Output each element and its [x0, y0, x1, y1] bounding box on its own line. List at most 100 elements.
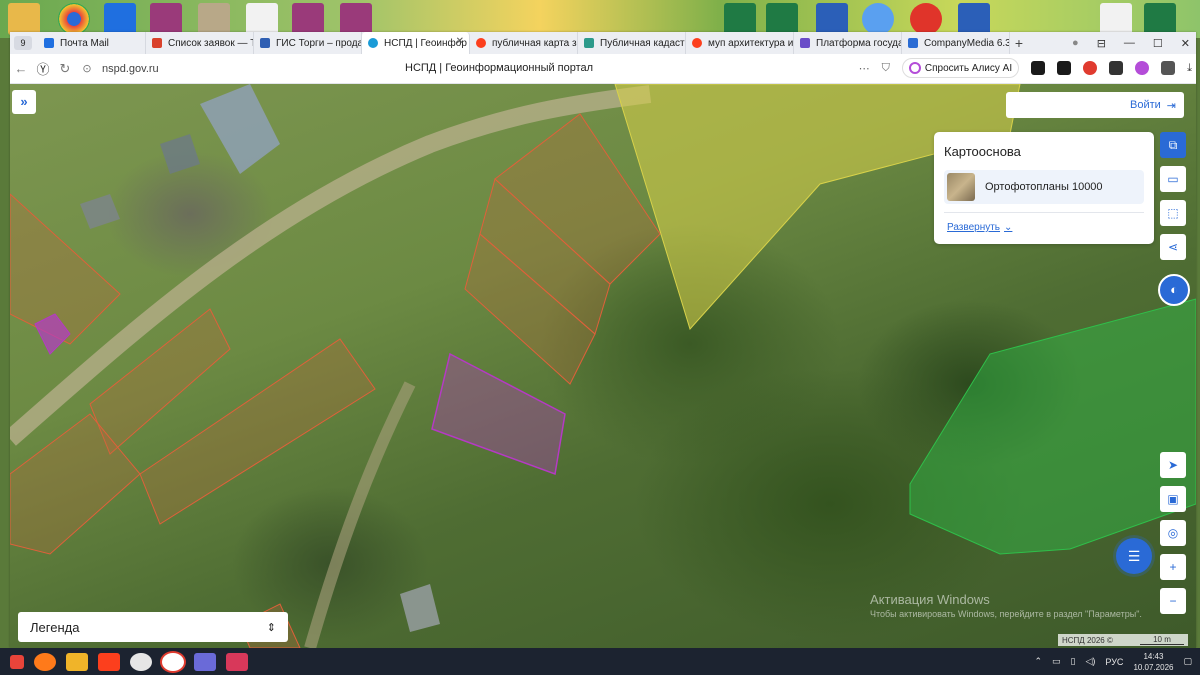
- yandex-icon[interactable]: [98, 652, 120, 671]
- reload-icon[interactable]: ↻: [54, 61, 76, 77]
- bookmark-collection-icon[interactable]: ⊟: [1097, 37, 1106, 50]
- extension-red-icon[interactable]: [1083, 61, 1098, 75]
- ruler-button[interactable]: ▭: [1160, 166, 1186, 192]
- tab-companymedia[interactable]: CompanyMedia 6.3.1: [902, 32, 1010, 54]
- extension-dark-icon[interactable]: [1109, 61, 1124, 75]
- chat-button[interactable]: ☰: [1116, 538, 1152, 574]
- place-pin-button[interactable]: ◎: [1160, 520, 1186, 546]
- profile-icon[interactable]: ●: [1072, 37, 1079, 49]
- basemap-title: Картооснова: [944, 144, 1021, 159]
- login-button[interactable]: Войти ⇥: [1006, 92, 1184, 118]
- tab-gis-torgi[interactable]: ГИС Торги – продаж: [254, 32, 362, 54]
- language-indicator[interactable]: РУС: [1105, 657, 1123, 667]
- start-icon[interactable]: [10, 654, 24, 669]
- expand-panel-button[interactable]: »: [12, 90, 36, 114]
- maximize-icon[interactable]: ☐: [1153, 37, 1163, 50]
- geolocation-button[interactable]: ➤: [1160, 452, 1186, 478]
- tab-count-badge[interactable]: 9: [14, 36, 32, 50]
- archive-icon[interactable]: [340, 3, 372, 35]
- extension-purple-icon[interactable]: [1135, 61, 1150, 75]
- parcel-selected[interactable]: [431, 352, 566, 476]
- expand-link[interactable]: Развернуть ⌄: [947, 222, 1012, 233]
- area-select-button[interactable]: ⬚: [1160, 200, 1186, 226]
- clock[interactable]: 14:43 10.07.2026: [1133, 651, 1173, 673]
- download-icon[interactable]: ⤓: [1187, 62, 1192, 75]
- archive-icon[interactable]: [292, 3, 324, 35]
- volume-icon[interactable]: ◁): [1085, 656, 1095, 667]
- pin-icon: ◎: [1167, 526, 1179, 540]
- assistant-button[interactable]: ◐: [1158, 274, 1190, 306]
- layers-button[interactable]: ⧉: [1160, 132, 1186, 158]
- tab-architecture[interactable]: муп архитектура ис: [686, 32, 794, 54]
- extension-k-icon[interactable]: [1031, 61, 1046, 75]
- word-icon[interactable]: [816, 3, 848, 35]
- extensions-puzzle-icon[interactable]: [1161, 61, 1176, 75]
- tray-chevron-icon[interactable]: ⌃: [1034, 656, 1042, 667]
- yandex-browser-icon[interactable]: [162, 652, 184, 671]
- document-icon[interactable]: [246, 3, 278, 35]
- zoom-in-button[interactable]: +: [1160, 554, 1186, 580]
- orthophoto-thumbnail: [947, 173, 975, 201]
- zoom-out-button[interactable]: −: [1160, 588, 1186, 614]
- tab-mail[interactable]: Почта Mail: [38, 32, 146, 54]
- expand-collapse-icon: ⇕: [266, 621, 276, 634]
- calendar-icon[interactable]: [226, 652, 248, 671]
- archive-icon[interactable]: [198, 3, 230, 35]
- minus-icon: −: [1169, 594, 1177, 608]
- chrome-icon[interactable]: [58, 3, 90, 35]
- assistant-icon: ◐: [1170, 282, 1178, 297]
- building-roof: [80, 194, 120, 229]
- window-icon[interactable]: [1100, 3, 1132, 35]
- url-field[interactable]: nspd.gov.ru: [102, 63, 159, 75]
- login-label: Войти: [1129, 99, 1161, 111]
- tab-gov-platform[interactable]: Платформа государ: [794, 32, 902, 54]
- watermark-title: Активация Windows: [870, 592, 990, 607]
- network-icon[interactable]: ▭: [1052, 656, 1061, 667]
- folder-icon[interactable]: [8, 3, 40, 35]
- extension-k2-icon[interactable]: [1057, 61, 1072, 75]
- yandex-browser-icon[interactable]: Ⓨ: [32, 59, 54, 78]
- page-title: НСПД | Геоинформационный портал: [405, 62, 594, 74]
- word-icon[interactable]: [958, 3, 990, 35]
- excel-icon[interactable]: [766, 3, 798, 35]
- c-app-icon[interactable]: [130, 652, 152, 671]
- bulb-icon[interactable]: [862, 3, 894, 35]
- mail-app-icon[interactable]: [104, 3, 136, 35]
- zone-green[interactable]: [909, 298, 1196, 555]
- new-tab-button[interactable]: +: [1010, 35, 1028, 51]
- print-button[interactable]: ▣: [1160, 486, 1186, 512]
- yandex-icon: [692, 38, 702, 48]
- battery-icon[interactable]: ▯: [1071, 656, 1076, 667]
- share-button[interactable]: ⋖: [1160, 234, 1186, 260]
- explorer-icon[interactable]: [66, 652, 88, 671]
- map-canvas[interactable]: » Войти ⇥ Картооснова Ортофотопланы 1000…: [10, 84, 1196, 648]
- game-icon[interactable]: [194, 652, 216, 671]
- more-icon[interactable]: ⋯: [859, 62, 870, 75]
- close-window-icon[interactable]: ✕: [1181, 37, 1190, 50]
- notifications-icon[interactable]: ▢: [1183, 656, 1192, 667]
- legend-label: Легенда: [30, 619, 80, 635]
- archive-icon[interactable]: [150, 3, 182, 35]
- screen-recorder-icon[interactable]: [910, 3, 942, 35]
- tab-yandex-map[interactable]: публичная карта зе: [470, 32, 578, 54]
- scale-bar: 10 m: [1140, 635, 1184, 645]
- excel-icon[interactable]: [1144, 3, 1176, 35]
- tab-applications[interactable]: Список заявок — Те: [146, 32, 254, 54]
- bookmark-icon[interactable]: ⛉: [882, 62, 890, 75]
- excel-icon[interactable]: [724, 3, 756, 35]
- tab-label: Публичная кадастр: [600, 37, 686, 49]
- minimize-icon[interactable]: —: [1124, 37, 1135, 49]
- close-tab-icon[interactable]: ✕: [456, 36, 464, 47]
- back-icon[interactable]: ←: [10, 61, 32, 76]
- building-roof: [200, 84, 280, 174]
- legend-dropdown[interactable]: Легенда ⇕: [18, 612, 288, 642]
- firefox-icon[interactable]: [34, 652, 56, 671]
- plus-icon: +: [1169, 560, 1177, 574]
- system-tray: ⌃ ▭ ▯ ◁) РУС 14:43 10.07.2026 ▢: [1034, 648, 1192, 675]
- tab-nspd[interactable]: НСПД | Геоинфор ✕: [362, 32, 470, 54]
- basemap-item[interactable]: Ортофотопланы 10000: [944, 170, 1144, 204]
- ask-alice-button[interactable]: Спросить Алису AI: [901, 58, 1020, 78]
- basemap-panel: Картооснова Ортофотопланы 10000 Разверну…: [934, 132, 1154, 244]
- map-tools-bottom: ➤ ▣ ◎ + −: [1160, 452, 1186, 622]
- tab-cadastral-map[interactable]: Публичная кадастр: [578, 32, 686, 54]
